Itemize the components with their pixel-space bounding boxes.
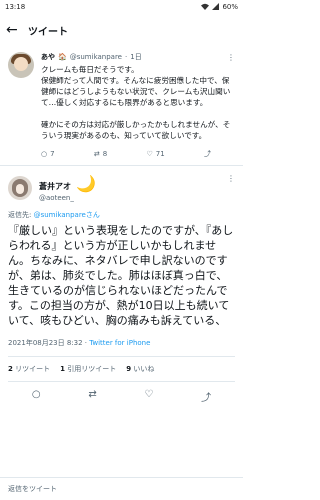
reply-to-line: 返信先: @sumikanpareさん [8, 211, 100, 219]
retweet-icon[interactable]: ⇄ [88, 389, 96, 404]
reply-icon[interactable]: ○ [32, 389, 41, 404]
tweet-stats: 2 リツイート 1 引用リツイート 9 いいね [8, 357, 235, 381]
avatar[interactable] [8, 52, 34, 78]
author-handle: @sumikanpare [69, 53, 122, 61]
author-name[interactable]: あや [41, 52, 55, 62]
likes-stat[interactable]: 9 いいね [126, 364, 154, 374]
retweet-icon: ⇄ [93, 150, 100, 158]
main-actions: ○ ⇄ ♡ ⤴ [8, 382, 235, 411]
share-icon: ⤴ [203, 150, 211, 158]
flower-emoji-icon: 🏠 [58, 53, 67, 61]
quotes-stat[interactable]: 1 引用リツイート [60, 364, 116, 374]
retweet-button[interactable]: ⇄ 8 [94, 149, 107, 159]
more-options-icon[interactable]: ⋮ [227, 53, 235, 62]
reply-icon: ○ [41, 150, 48, 158]
wifi-icon [201, 3, 210, 12]
main-tweet: 蒼井アオ 🌙 @aoteen_ ⋮ 返信先: @sumikanpareさん 『厳… [0, 166, 243, 411]
source-link[interactable]: Twitter for iPhone [89, 339, 150, 347]
tweet-actions: ○ 7 ⇄ 8 ♡ 71 ⤴ [41, 141, 235, 165]
tweet-time: 1日 [130, 53, 142, 61]
timestamp: 2021年08月23日 8:32 · [8, 339, 90, 347]
author-row: 蒼井アオ 🌙 @aoteen_ ⋮ [8, 174, 235, 202]
back-arrow-icon[interactable]: ← [6, 22, 28, 38]
reply-to-link[interactable]: @sumikanpareさん [34, 211, 100, 219]
like-button[interactable]: ♡ 71 [146, 149, 164, 159]
more-options-icon[interactable]: ⋮ [227, 174, 235, 183]
moon-emoji-icon: 🌙 [76, 174, 97, 193]
signal-icon [212, 2, 220, 12]
tweet-text: クレームも毎日だそうです。 保健師だって人間です。そんなに疲労困憊した中で、保健… [41, 65, 231, 140]
status-bar: 13:18 60% [0, 0, 243, 14]
tweet-text: 『厳しい』という表現をしたのですが、『あしらわれる』という方が正しいかもしれませ… [8, 224, 234, 327]
parent-tweet[interactable]: あや 🏠 @sumikanpare · 1日 ⋮ クレームも毎日だそうです。 保… [0, 46, 243, 165]
share-icon[interactable]: ⤴ [201, 389, 211, 404]
author-handle: @aoteen_ [39, 194, 74, 202]
share-button[interactable]: ⤴ [204, 149, 211, 159]
reply-compose-input[interactable]: 返信をツイート [0, 477, 243, 500]
battery-level: 60% [222, 3, 238, 11]
status-time: 13:18 [5, 3, 26, 11]
avatar[interactable] [8, 176, 32, 200]
tweet-meta: 2021年08月23日 8:32 · Twitter for iPhone [8, 338, 235, 356]
retweets-stat[interactable]: 2 リツイート [8, 364, 50, 374]
page-title: ツイート [28, 26, 68, 38]
heart-icon: ♡ [146, 150, 153, 158]
heart-icon[interactable]: ♡ [144, 389, 153, 404]
top-bar: ← ツイート [0, 14, 243, 46]
author-name[interactable]: 蒼井アオ [39, 182, 71, 191]
reply-button[interactable]: ○ 7 [41, 149, 55, 159]
